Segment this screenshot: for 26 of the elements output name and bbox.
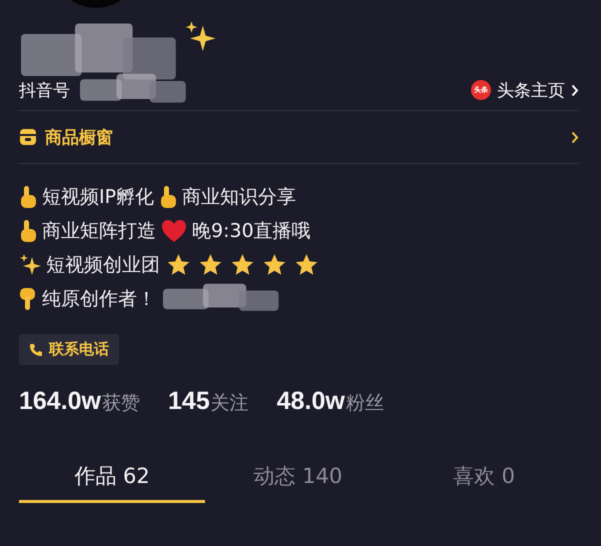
- bio-text: 晚9:30直播哦: [192, 219, 311, 244]
- bio-text: 纯原创作者！: [42, 287, 156, 312]
- stat-count: 164.0w获赞: [19, 387, 140, 416]
- chevron-right-icon: [571, 84, 579, 96]
- profile-tab[interactable]: 喜欢 0: [391, 456, 577, 503]
- shop-window-label: 商品橱窗: [45, 126, 113, 148]
- profile-tab[interactable]: 作品 62: [19, 456, 205, 503]
- bio-text: 商业矩阵打造: [42, 219, 156, 244]
- contact-phone-button[interactable]: 联系电话: [19, 334, 119, 365]
- pointing-down-hand-icon: [19, 287, 37, 311]
- stat-count: 48.0w粉丝: [276, 387, 384, 416]
- bio-text: 短视频创业团: [46, 253, 160, 278]
- bio-text: 商业知识分享: [182, 185, 296, 210]
- shop-window-row[interactable]: 商品橱窗: [19, 111, 579, 164]
- phone-icon: [29, 342, 43, 356]
- bio-text: 短视频IP孵化: [42, 185, 154, 210]
- sparkles-icon: [19, 253, 41, 277]
- pointing-up-hand-icon: [159, 185, 178, 209]
- stat-count: 145关注: [168, 387, 249, 416]
- shop-icon: [19, 128, 37, 146]
- profile-tab[interactable]: 动态 140: [205, 456, 391, 503]
- account-id-label: 抖音号: [19, 80, 70, 102]
- pointing-up-hand-icon: [19, 219, 37, 243]
- chevron-right-icon: [571, 130, 579, 144]
- heart-icon: [161, 219, 187, 243]
- pointing-up-hand-icon: [19, 185, 37, 209]
